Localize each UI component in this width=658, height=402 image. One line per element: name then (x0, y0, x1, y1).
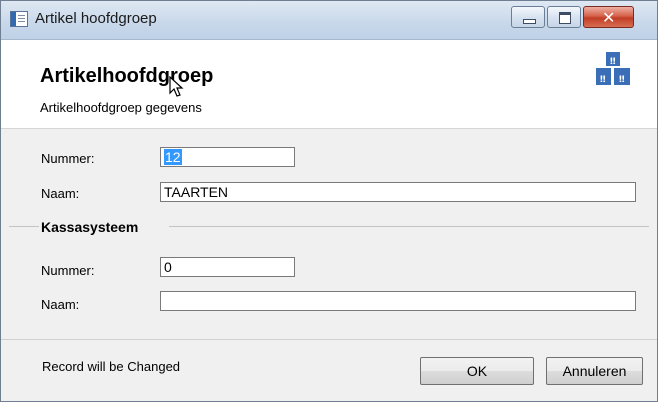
close-button[interactable]: ✕ (583, 6, 634, 28)
footer-divider (1, 339, 657, 340)
header-panel: Artikelhoofdgroep Artikelhoofdgroep gege… (1, 40, 657, 129)
window-title: Artikel hoofdgroep (35, 10, 157, 27)
kassa-nummer-label: Nummer: (41, 263, 95, 278)
page-title: Artikelhoofdgroep (40, 65, 214, 87)
section-title-kassasysteem: Kassasysteem (41, 219, 141, 235)
page-subtitle: Artikelhoofdgroep gegevens (40, 100, 202, 115)
kassa-naam-field[interactable] (160, 291, 636, 311)
ok-button[interactable]: OK (420, 357, 534, 385)
boxes-logo-icon: ‼ ‼ ‼ (596, 52, 630, 85)
title-bar[interactable]: Artikel hoofdgroep ✕ (1, 1, 657, 40)
minimize-button[interactable] (511, 6, 545, 28)
section-divider-left (9, 226, 39, 227)
svg-text:‼: ‼ (619, 75, 625, 85)
minimize-icon (523, 19, 536, 24)
app-icon (10, 11, 28, 27)
nummer-label: Nummer: (41, 151, 95, 166)
kassa-naam-label: Naam: (41, 297, 80, 312)
close-icon: ✕ (602, 8, 616, 27)
nummer-value: 12 (164, 149, 182, 165)
naam-label: Naam: (41, 186, 80, 201)
maximize-button[interactable] (547, 6, 581, 28)
cancel-button[interactable]: Annuleren (546, 357, 643, 385)
mouse-cursor-icon (169, 76, 184, 97)
section-divider-right (169, 226, 649, 227)
nummer-field[interactable]: 12 (160, 147, 295, 167)
naam-field[interactable]: TAARTEN (160, 182, 636, 202)
status-text: Record will be Changed (42, 359, 181, 374)
kassa-nummer-field[interactable]: 0 (160, 257, 295, 277)
svg-text:‼: ‼ (600, 75, 606, 85)
maximize-icon (559, 12, 571, 24)
svg-text:‼: ‼ (610, 57, 616, 67)
dialog-window: Artikel hoofdgroep ✕ Artikelhoofdgroep A… (0, 0, 658, 402)
